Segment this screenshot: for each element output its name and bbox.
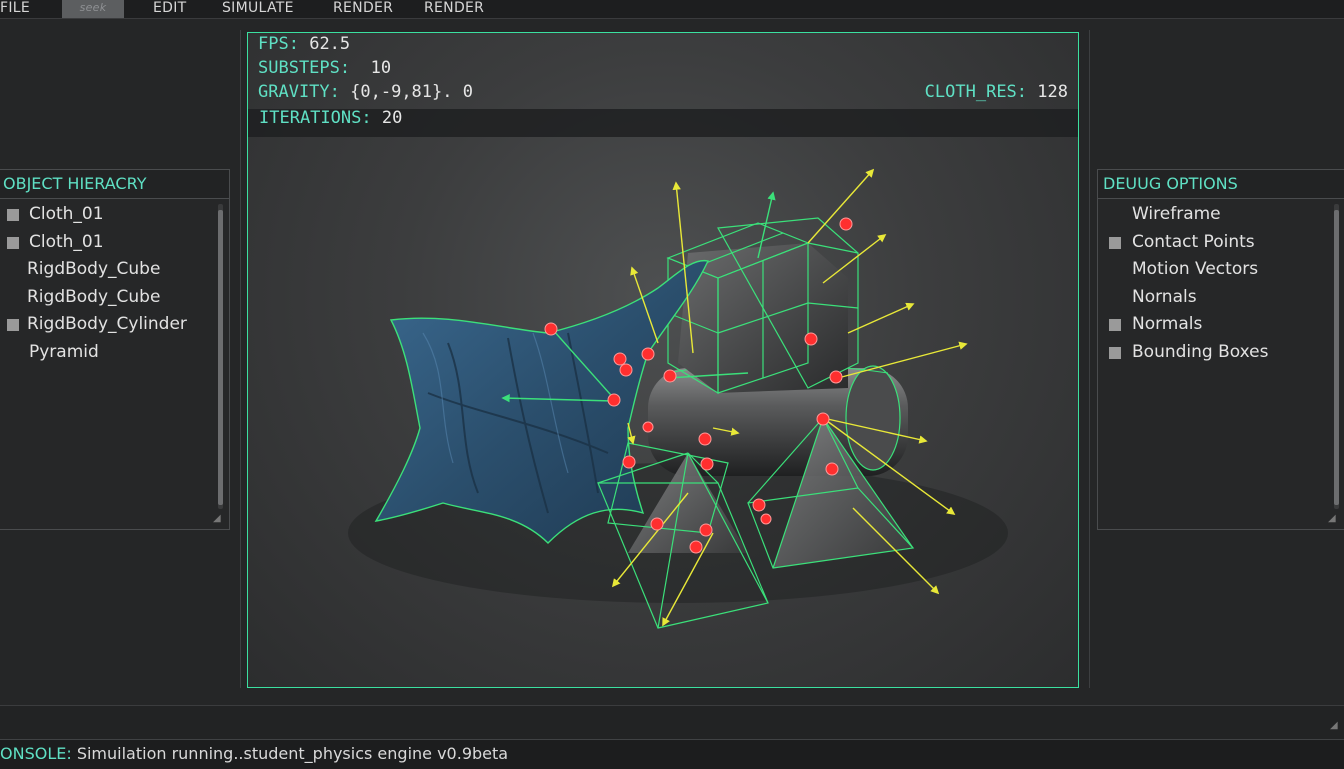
hud-cloth-res: CLOTH_RES: 128 (925, 82, 1068, 102)
rigidbody-cube[interactable] (666, 217, 859, 395)
hierarchy-item[interactable]: Pyramid (0, 339, 229, 367)
checkbox[interactable] (7, 319, 19, 331)
debug-options-list: Wireframe Contact Points Motion Vectors … (1098, 199, 1344, 366)
checkbox[interactable] (1109, 346, 1121, 359)
menu-render-2[interactable]: RENDER (424, 0, 484, 18)
debug-option-label: Normals (1132, 314, 1203, 334)
hierarchy-item[interactable]: Cloth_01 (0, 201, 229, 229)
iterations-value: 20 (381, 108, 403, 128)
debug-option-nornals[interactable]: Nornals (1098, 284, 1344, 312)
hierarchy-scrollbar[interactable] (218, 204, 223, 509)
menu-simulate[interactable]: SIMULATE (222, 0, 294, 18)
debug-option-normals[interactable]: Normals (1098, 311, 1344, 339)
hierarchy-item-label: Cloth_01 (29, 231, 104, 252)
debug-option-label: Motion Vectors (1132, 259, 1259, 279)
scrollbar-thumb[interactable] (1334, 210, 1339, 505)
hud-iterations: ITERATIONS: 20 (259, 108, 402, 128)
hierarchy-item[interactable]: RigdBody_Cube (0, 256, 229, 284)
debug-options-title: DEUUG OPTIONS (1098, 170, 1344, 199)
gravity-label: GRAVITY: (258, 82, 340, 102)
menu-render[interactable]: RENDER (333, 0, 393, 18)
checkbox[interactable] (7, 236, 19, 249)
hierarchy-item-label: RigdBody_Cylinder (27, 314, 187, 334)
object-hierarchy-list: Cloth_01 Cloth_01 RigdBody_Cube RigdBody… (0, 199, 229, 366)
debug-option-motion-vectors[interactable]: Motion Vectors (1098, 256, 1344, 284)
menu-file[interactable]: FILE (0, 0, 30, 18)
hierarchy-item[interactable]: RigdBody_Cylinder (0, 311, 229, 339)
gravity-value: {0,-9,81}. 0 (350, 82, 473, 102)
app-logo: seek (62, 0, 124, 18)
checkbox[interactable] (1109, 236, 1121, 249)
fps-label: FPS: (258, 34, 299, 54)
menu-bar: FILE seek EDIT SIMULATE RENDER RENDER (0, 0, 1344, 19)
debug-option-wireframe[interactable]: Wireframe (1098, 201, 1344, 229)
physics-scene[interactable] (248, 33, 1078, 687)
cloth-res-value: 128 (1037, 82, 1068, 102)
console-line: ONSOLE: Simuilation running..student_phy… (0, 739, 1344, 769)
menu-edit[interactable]: EDIT (153, 0, 187, 18)
cloth-res-label: CLOTH_RES: (924, 82, 1028, 102)
fps-value: 62.5 (309, 34, 351, 54)
debug-option-label: Bounding Boxes (1132, 341, 1269, 362)
hud-fps: FPS: 62.5 (258, 34, 350, 54)
resize-grip-icon[interactable]: ◢ (1330, 720, 1340, 731)
console-output-area: ◢ (0, 705, 1344, 740)
substeps-value: 10 (370, 58, 392, 78)
debug-scrollbar[interactable] (1334, 204, 1339, 509)
resize-grip-icon[interactable]: ◢ (213, 513, 223, 524)
iterations-label: ITERATIONS: (259, 108, 372, 128)
substeps-label: SUBSTEPS: (258, 58, 351, 78)
debug-options-panel: DEUUG OPTIONS Wireframe Contact Points M… (1097, 169, 1344, 530)
hierarchy-item-label: Cloth_01 (29, 204, 104, 224)
debug-option-label: Wireframe (1132, 204, 1221, 224)
debug-option-contact-points[interactable]: Contact Points (1098, 229, 1344, 257)
checkbox[interactable] (7, 209, 19, 221)
object-hierarchy-title: OBJECT HIERACRY (0, 170, 229, 199)
hud-substeps: SUBSTEPS: 10 (258, 58, 391, 78)
console-message: Simuilation running..student_physics eng… (76, 744, 509, 763)
hud-gravity: GRAVITY: {0,-9,81}. 0 (258, 82, 473, 102)
hierarchy-item-label: Pyramid (29, 341, 99, 362)
debug-option-label: Nornals (1132, 286, 1197, 307)
simulation-viewport[interactable]: FPS: 62.5 SUBSTEPS: 10 GRAVITY: {0,-9,81… (247, 32, 1079, 688)
resize-grip-icon[interactable]: ◢ (1328, 513, 1338, 524)
hierarchy-item-label: RigdBody_Cube (27, 286, 161, 307)
scrollbar-thumb[interactable] (218, 210, 223, 505)
hierarchy-item-label: RigdBody_Cube (27, 259, 161, 279)
object-hierarchy-panel: OBJECT HIERACRY Cloth_01 Cloth_01 RigdBo… (0, 169, 230, 530)
checkbox[interactable] (1109, 319, 1121, 331)
hierarchy-item[interactable]: Cloth_01 (0, 229, 229, 257)
debug-option-label: Contact Points (1132, 231, 1255, 252)
debug-option-bounding-boxes[interactable]: Bounding Boxes (1098, 339, 1344, 367)
console-label: ONSOLE: (0, 744, 72, 763)
hierarchy-item[interactable]: RigdBody_Cube (0, 284, 229, 312)
